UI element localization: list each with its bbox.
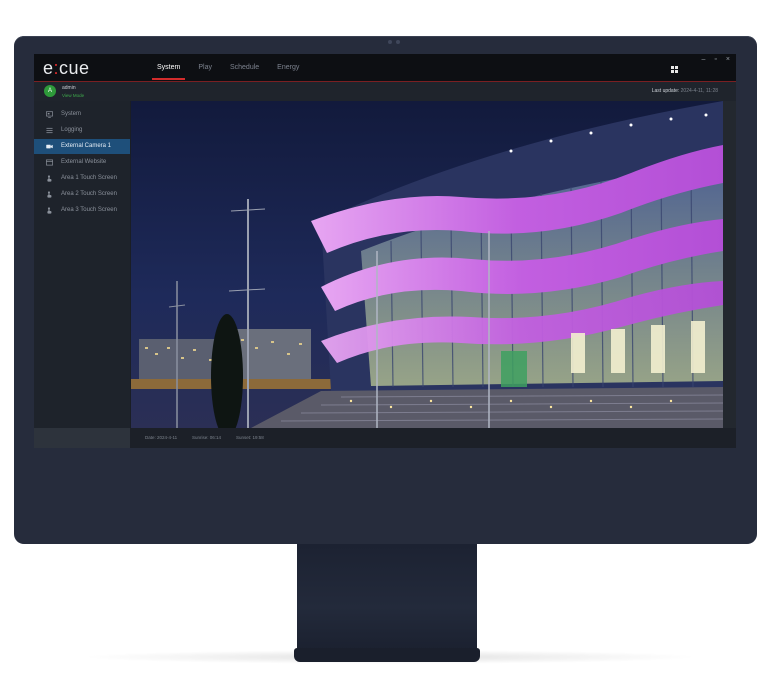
status-bar: Date: 2024-4-11 Sunrise: 06:14 Sunset: 1… — [130, 428, 736, 448]
sidebar-item-area-2-touch-screen[interactable]: Area 2 Touch Screen — [34, 187, 130, 202]
grid-view-icon[interactable] — [671, 66, 678, 73]
touch-hand-icon — [47, 207, 52, 214]
monitor-icon — [46, 111, 53, 118]
top-bar: e:cue System Play Schedule Energy – ▫ × — [34, 54, 736, 81]
touch-hand-icon — [47, 191, 52, 198]
sidebar-item-label: Logging — [61, 127, 83, 133]
app-logo: e:cue — [43, 58, 90, 78]
webcam-dot — [396, 40, 400, 44]
sidebar: System Logging External Camera 1 Externa… — [34, 101, 130, 428]
status-date: Date: 2024-4-11 — [145, 435, 178, 440]
tab-energy[interactable]: Energy — [268, 54, 308, 81]
webcam-dot — [388, 40, 392, 44]
status-sunset: Sunset: 19:58 — [236, 435, 264, 440]
close-button[interactable]: × — [726, 56, 730, 63]
tab-schedule[interactable]: Schedule — [221, 54, 268, 81]
sidebar-item-label: Area 2 Touch Screen — [61, 191, 117, 197]
sidebar-item-external-camera-1[interactable]: External Camera 1 — [34, 139, 130, 154]
sidebar-item-label: External Website — [61, 159, 107, 165]
camera-feed-image — [131, 101, 723, 428]
user-name: admin — [62, 85, 76, 91]
content-area — [130, 101, 736, 428]
sidebar-item-area-3-touch-screen[interactable]: Area 3 Touch Screen — [34, 203, 130, 218]
sidebar-item-logging[interactable]: Logging — [34, 123, 130, 138]
sidebar-item-system[interactable]: System — [34, 107, 130, 122]
monitor-stand-base — [294, 648, 480, 662]
sidebar-item-label: Area 3 Touch Screen — [61, 207, 117, 213]
user-bar — [34, 81, 736, 101]
avatar[interactable]: A — [44, 85, 56, 97]
monitor-stand — [297, 544, 477, 650]
sidebar-item-label: External Camera 1 — [61, 143, 112, 149]
status-sunrise: Sunrise: 06:14 — [192, 435, 222, 440]
accent-divider — [34, 81, 736, 82]
browser-icon — [46, 159, 53, 166]
user-role: View Mode — [62, 93, 85, 98]
content-scrollbar[interactable] — [723, 101, 736, 428]
touch-hand-icon — [47, 175, 52, 182]
window-controls: – ▫ × — [702, 56, 730, 63]
minimize-button[interactable]: – — [702, 56, 706, 63]
sidebar-item-label: System — [61, 111, 82, 117]
main-tabs: System Play Schedule Energy — [148, 54, 308, 81]
sidebar-footer — [34, 428, 130, 448]
app-window: e:cue System Play Schedule Energy – ▫ × … — [34, 54, 736, 448]
last-update: Last update: 2024-4-11, 11:28 — [651, 88, 718, 94]
video-camera-icon — [46, 144, 53, 149]
list-icon — [46, 127, 53, 134]
sidebar-item-external-website[interactable]: External Website — [34, 155, 130, 170]
sidebar-item-label: Area 1 Touch Screen — [61, 175, 117, 181]
maximize-button[interactable]: ▫ — [714, 56, 716, 63]
tab-system[interactable]: System — [148, 54, 189, 81]
sidebar-item-area-1-touch-screen[interactable]: Area 1 Touch Screen — [34, 171, 130, 186]
tab-play[interactable]: Play — [189, 54, 221, 81]
